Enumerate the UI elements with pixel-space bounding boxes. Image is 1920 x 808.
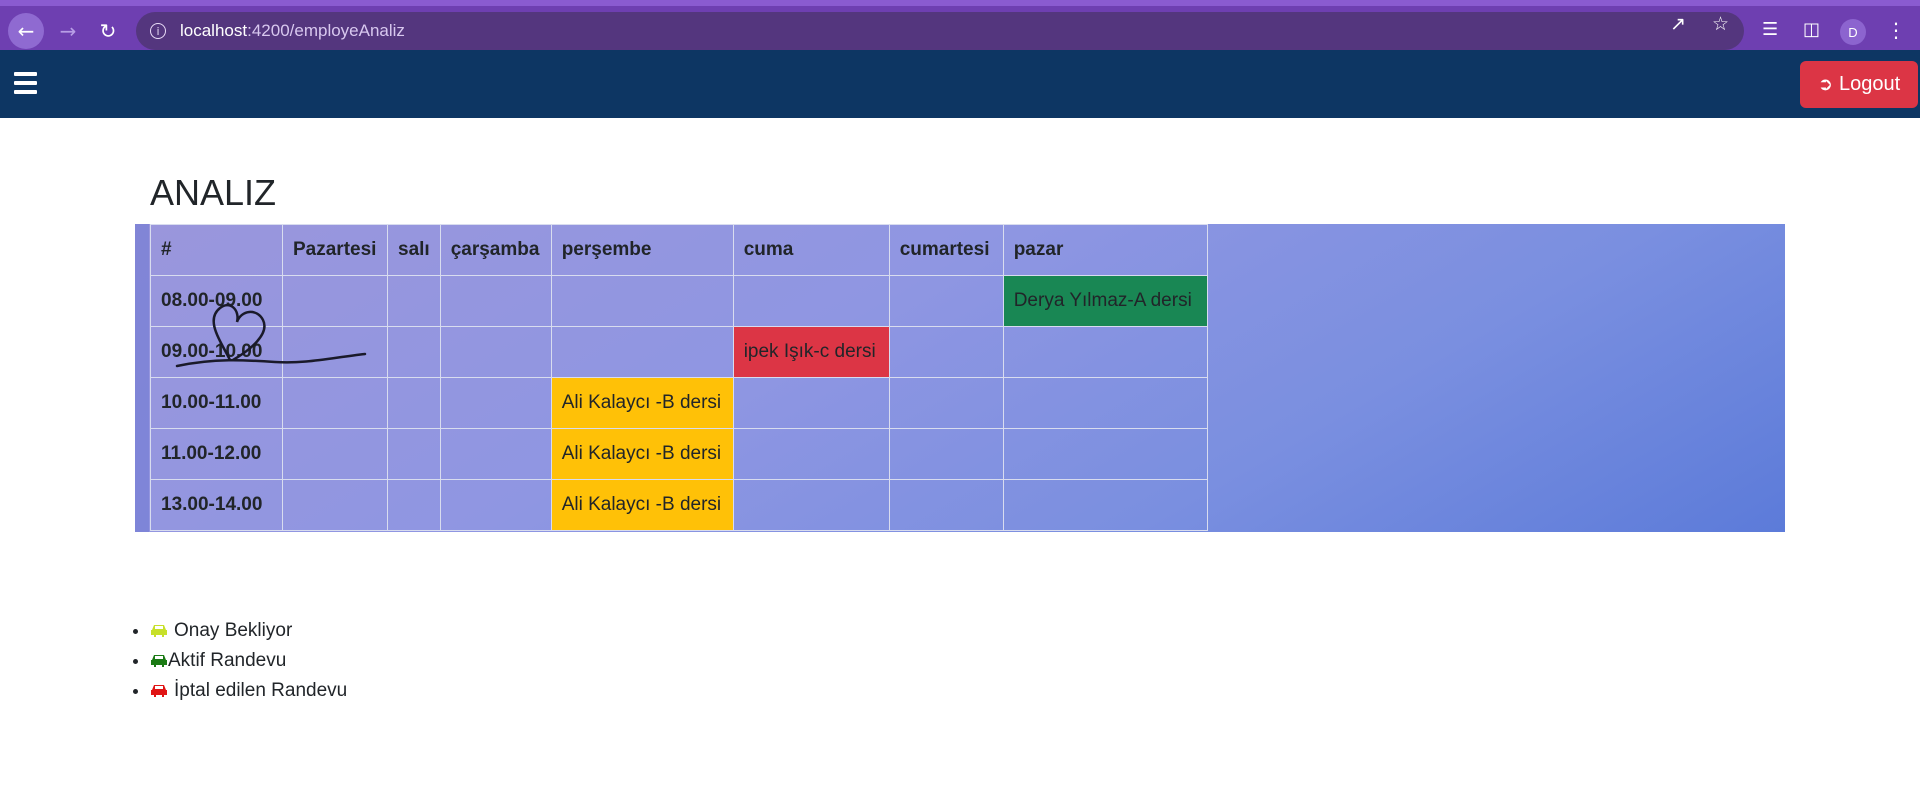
site-info-icon[interactable]: i xyxy=(150,23,166,39)
schedule-cell xyxy=(439,275,552,327)
schedule-cell xyxy=(387,326,441,378)
schedule-cell xyxy=(387,377,441,429)
schedule-cell xyxy=(732,428,890,480)
legend-label: Onay Bekliyor xyxy=(174,620,293,641)
column-header: perşembe xyxy=(550,224,734,276)
appointment-cell-pending[interactable]: Ali Kalaycı -B dersi xyxy=(550,428,734,480)
page-title: ANALIZ xyxy=(150,172,277,213)
schedule-cell xyxy=(888,479,1004,531)
schedule-cell xyxy=(282,479,388,531)
table-row: 10.00-11.00 Ali Kalaycı -B dersi xyxy=(150,377,1208,429)
time-cell: 11.00-12.00 xyxy=(150,428,283,480)
table-header-row: # Pazartesi salı çarşamba perşembe cuma … xyxy=(150,224,1208,276)
column-header: Pazartesi xyxy=(282,224,388,276)
forward-arrow-icon[interactable]: → xyxy=(50,13,86,49)
schedule-cell xyxy=(888,377,1004,429)
schedule-cell xyxy=(439,377,552,429)
schedule-cell xyxy=(439,428,552,480)
schedule-cell xyxy=(1002,326,1208,378)
schedule-cell xyxy=(282,326,388,378)
reload-icon[interactable]: ↻ xyxy=(90,13,126,49)
schedule-cell xyxy=(1002,428,1208,480)
appointment-cell-cancelled[interactable]: ipek Işık-c dersi xyxy=(732,326,890,378)
schedule-cell xyxy=(888,275,1004,327)
column-header: salı xyxy=(387,224,441,276)
logout-button[interactable]: ➲ Logout xyxy=(1800,61,1918,108)
schedule-cell xyxy=(282,377,388,429)
legend-label: Aktif Randevu xyxy=(168,650,287,671)
car-icon xyxy=(151,685,167,697)
schedule-table: # Pazartesi salı çarşamba perşembe cuma … xyxy=(150,224,1208,531)
table-row: 08.00-09.00 Derya Yılmaz-A dersi xyxy=(150,275,1208,327)
appointment-cell-pending[interactable]: Ali Kalaycı -B dersi xyxy=(550,377,734,429)
schedule-cell xyxy=(550,275,734,327)
column-header: # xyxy=(150,224,283,276)
schedule-cell xyxy=(732,275,890,327)
back-arrow-icon[interactable]: ← xyxy=(8,13,44,49)
car-icon xyxy=(151,625,167,637)
media-queue-icon[interactable]: ☰ xyxy=(1762,19,1778,40)
schedule-cell xyxy=(1002,377,1208,429)
table-row: 13.00-14.00 Ali Kalaycı -B dersi xyxy=(150,479,1208,531)
schedule-cell xyxy=(550,326,734,378)
schedule-cell xyxy=(387,275,441,327)
schedule-cell xyxy=(439,326,552,378)
logout-label: Logout xyxy=(1838,73,1901,95)
status-legend: Onay Bekliyor Aktif Randevu İptal edilen… xyxy=(126,616,347,706)
column-header: cuma xyxy=(732,224,890,276)
legend-item: Onay Bekliyor xyxy=(150,616,347,646)
schedule-cell xyxy=(888,326,1004,378)
url-text: localhost:4200/employeAnaliz xyxy=(180,21,405,40)
bookmark-star-icon[interactable]: ☆ xyxy=(1712,13,1729,35)
schedule-cell xyxy=(387,428,441,480)
appointment-cell-active[interactable]: Derya Yılmaz-A dersi xyxy=(1002,275,1208,327)
time-cell: 10.00-11.00 xyxy=(150,377,283,429)
schedule-panel: # Pazartesi salı çarşamba perşembe cuma … xyxy=(135,224,1785,532)
hamburger-menu-icon[interactable] xyxy=(14,72,37,94)
time-cell: 09.00-10.00 xyxy=(150,326,283,378)
address-bar[interactable]: i localhost:4200/employeAnaliz xyxy=(136,12,1744,50)
schedule-cell xyxy=(439,479,552,531)
appointment-cell-pending[interactable]: Ali Kalaycı -B dersi xyxy=(550,479,734,531)
side-panel-icon[interactable]: ◫ xyxy=(1803,19,1820,40)
column-header: cumartesi xyxy=(888,224,1004,276)
schedule-cell xyxy=(282,275,388,327)
table-row: 11.00-12.00 Ali Kalaycı -B dersi xyxy=(150,428,1208,480)
car-icon xyxy=(151,655,167,667)
schedule-cell xyxy=(1002,479,1208,531)
schedule-cell xyxy=(888,428,1004,480)
schedule-cell xyxy=(732,377,890,429)
column-header: çarşamba xyxy=(439,224,552,276)
schedule-cell xyxy=(732,479,890,531)
legend-item: İptal edilen Randevu xyxy=(150,676,347,706)
app-navbar: ➲ Logout xyxy=(0,50,1920,118)
time-cell: 08.00-09.00 xyxy=(150,275,283,327)
schedule-cell xyxy=(282,428,388,480)
time-cell: 13.00-14.00 xyxy=(150,479,283,531)
browser-menu-icon[interactable]: ⋮ xyxy=(1886,18,1906,42)
browser-toolbar: ← → ↻ i localhost:4200/employeAnaliz ↗ ☆… xyxy=(0,0,1920,50)
column-header: pazar xyxy=(1002,224,1208,276)
share-icon[interactable]: ↗ xyxy=(1670,13,1920,35)
legend-item: Aktif Randevu xyxy=(150,646,347,676)
legend-label: İptal edilen Randevu xyxy=(174,680,348,701)
sign-out-icon: ➲ xyxy=(1817,74,1833,95)
table-row: 09.00-10.00 ipek Işık-c dersi xyxy=(150,326,1208,378)
schedule-cell xyxy=(387,479,441,531)
profile-avatar[interactable]: D xyxy=(1840,19,1866,45)
